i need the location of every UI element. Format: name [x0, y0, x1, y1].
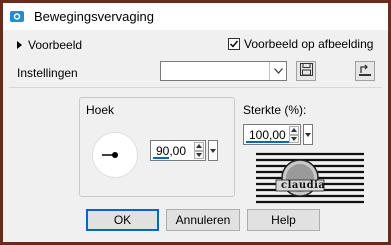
strength-spinner[interactable]: [289, 126, 299, 143]
strength-label: Sterkte (%):: [243, 103, 307, 117]
spin-up-icon[interactable]: [194, 142, 204, 151]
reset-icon: [358, 63, 372, 80]
watermark-text: claudia: [281, 180, 326, 191]
help-button-label: Help: [271, 213, 296, 227]
strength-value: 100,00: [249, 128, 286, 142]
angle-value: 90,00: [156, 144, 187, 158]
angle-group-label: Hoek: [86, 103, 115, 117]
angle-dial[interactable]: [92, 132, 138, 178]
spin-down-icon[interactable]: [194, 150, 204, 159]
preview-toggle[interactable]: Voorbeeld: [17, 38, 82, 52]
preview-on-image-option[interactable]: Voorbeeld op afbeelding: [228, 37, 373, 51]
angle-dial-needle: [102, 152, 118, 158]
strength-input-underline: [246, 141, 292, 143]
spin-up-icon[interactable]: [289, 126, 299, 135]
cancel-button[interactable]: Annuleren: [166, 209, 240, 231]
ok-button[interactable]: OK: [86, 209, 159, 231]
preview-toggle-label: Voorbeeld: [28, 38, 83, 52]
preview-on-image-checkbox[interactable]: [228, 38, 240, 50]
strength-dropdown[interactable]: [303, 124, 313, 145]
title-bar: Bewegingsvervaging: [3, 3, 388, 30]
chevron-down-icon[interactable]: [269, 62, 286, 80]
expand-arrow-icon: [17, 41, 22, 49]
save-preset-button[interactable]: [296, 61, 316, 81]
angle-spinner[interactable]: [194, 142, 204, 159]
angle-dropdown[interactable]: [208, 140, 218, 161]
ok-button-label: OK: [113, 213, 132, 227]
chevron-down-icon: [305, 132, 311, 137]
camera-icon: [10, 9, 24, 23]
claudia-watermark: claudia: [254, 150, 366, 210]
strength-input[interactable]: 100,00: [243, 124, 301, 145]
angle-input-underline: [153, 157, 169, 159]
cancel-button-label: Annuleren: [175, 213, 231, 227]
settings-label: Instellingen: [17, 66, 78, 80]
preset-dropdown[interactable]: [160, 61, 287, 81]
chevron-down-icon: [210, 148, 216, 153]
floppy-disk-icon: [299, 63, 313, 79]
reset-defaults-button[interactable]: [355, 61, 375, 81]
preview-on-image-label: Voorbeeld op afbeelding: [244, 37, 374, 51]
separator-line: [9, 87, 382, 88]
help-button[interactable]: Help: [247, 209, 320, 231]
spin-down-icon[interactable]: [289, 134, 299, 143]
window-title: Bewegingsvervaging: [34, 9, 154, 24]
angle-input[interactable]: 90,00: [150, 140, 206, 161]
